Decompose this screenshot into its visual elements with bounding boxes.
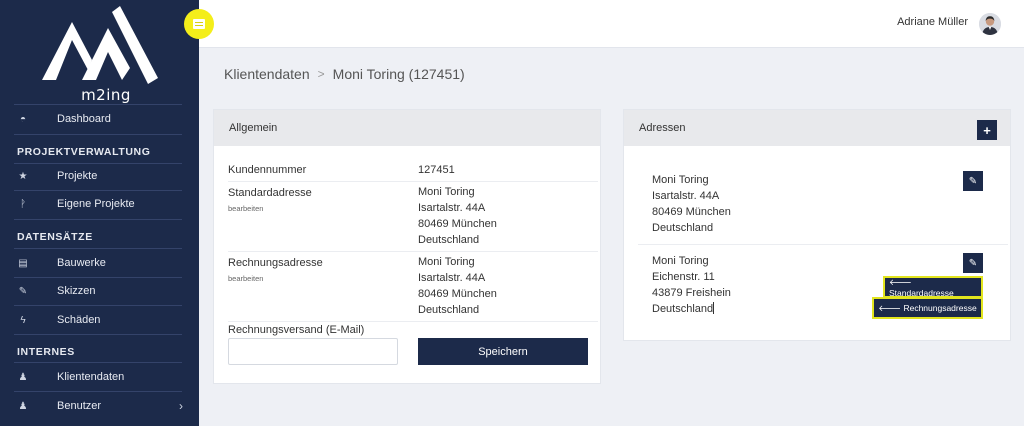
divider	[14, 248, 182, 249]
sidebar-item-skizzen[interactable]: ✎ Skizzen	[0, 279, 199, 303]
address-line: Deutschland	[652, 303, 714, 315]
sidebar-item-bauwerke[interactable]: ▤ Bauwerke	[0, 251, 199, 275]
rechnungsadresse-edit-link[interactable]: bearbeiten	[228, 274, 263, 283]
divider	[14, 104, 182, 105]
text-cursor	[713, 302, 715, 314]
address-line: Deutschland	[652, 222, 714, 234]
divider	[14, 305, 182, 306]
chevron-right-icon: ›	[179, 399, 183, 413]
avatar-image	[979, 13, 1001, 35]
pencil-icon: ✎	[968, 257, 978, 269]
sidebar-item-label: Projekte	[57, 170, 98, 182]
rechnungsadresse-row: Rechnungsadresse bearbeiten Moni Toring …	[228, 252, 598, 322]
set-standardadresse-button[interactable]: 🡐 Standardadresse	[883, 276, 983, 298]
address-line: 80469 München	[418, 218, 497, 230]
sidebar-item-dashboard[interactable]: ◓ Dashboard	[0, 107, 199, 131]
sidebar-item-projekte[interactable]: ★ Projekte	[0, 164, 199, 188]
topbar: Adriane Müller	[184, 0, 1024, 48]
card-title: Allgemein	[214, 110, 600, 146]
sidebar-item-schaeden[interactable]: ϟ Schäden	[0, 308, 199, 332]
plus-icon: +	[983, 122, 991, 138]
sidebar-item-label: Bauwerke	[57, 257, 106, 269]
breadcrumb-current: Moni Toring (127451)	[332, 66, 465, 82]
person-icon: ♟	[18, 371, 28, 383]
kundennummer-row: Kundennummer 127451	[228, 160, 598, 182]
sidebar-item-label: Klientendaten	[57, 371, 125, 383]
nav-heading-projektverwaltung: PROJEKTVERWALTUNG	[17, 146, 151, 158]
adressen-title: Adressen	[639, 122, 686, 134]
address-line: Moni Toring	[652, 174, 709, 186]
pencil-icon: ✎	[968, 175, 978, 187]
sidebar-item-benutzer[interactable]: ♟ Benutzer ›	[0, 394, 199, 418]
add-address-button[interactable]: +	[977, 120, 997, 140]
adressen-card: Adressen + Moni Toring Isartalstr. 44A 8…	[623, 109, 1011, 341]
address-entry-1: Moni Toring Isartalstr. 44A 80469 Münche…	[652, 172, 731, 236]
sidebar-item-label: Schäden	[57, 314, 101, 326]
gauge-icon: ◓	[19, 113, 27, 125]
m2ing-logo-mark	[42, 6, 158, 84]
bolt-icon: ϟ	[20, 314, 26, 326]
sidebar-item-label: Benutzer	[57, 400, 102, 412]
rechnungsadresse-label: Rechnungsadresse	[228, 257, 323, 269]
sidebar-item-label: Eigene Projekte	[57, 198, 135, 210]
standardadresse-label: Standardadresse	[228, 187, 312, 199]
sidebar-item-label: Skizzen	[57, 285, 96, 297]
divider	[14, 391, 182, 392]
project-icon: ᚹ	[20, 198, 26, 210]
nav-heading-internes: INTERNES	[17, 346, 75, 358]
user-name[interactable]: Adriane Müller	[897, 16, 968, 28]
divider	[14, 277, 182, 278]
sidebar-item-label: Dashboard	[57, 113, 111, 125]
divider	[14, 134, 182, 135]
breadcrumb-parent[interactable]: Klientendaten	[224, 66, 310, 82]
address-line: Isartalstr. 44A	[418, 272, 486, 284]
sidebar-item-eigene-projekte[interactable]: ᚹ Eigene Projekte	[0, 192, 199, 216]
star-icon: ★	[18, 170, 28, 182]
kundennummer-label: Kundennummer	[228, 164, 307, 176]
nav-heading-datensaetze: DATENSÄTZE	[17, 231, 93, 243]
rechnungsversand-email-input[interactable]	[228, 338, 398, 365]
allgemein-card: Allgemein Kundennummer 127451 Standardad…	[213, 109, 601, 384]
divider	[14, 190, 182, 191]
brand-logo[interactable]: m2ing	[38, 4, 160, 104]
address-line: Moni Toring	[418, 256, 475, 268]
address-line: Moni Toring	[652, 255, 709, 267]
address-line: Deutschland	[418, 304, 480, 316]
address-line: Isartalstr. 44A	[418, 202, 486, 214]
address-line: Deutschland	[418, 234, 480, 246]
edit-address-2-button[interactable]: ✎	[963, 253, 983, 273]
rechnungsversand-label: Rechnungsversand (E-Mail)	[228, 324, 365, 336]
divider	[14, 334, 182, 335]
brand-name: m2ing	[81, 86, 131, 104]
divider	[638, 244, 1008, 245]
divider	[14, 219, 182, 220]
menu-toggle-button[interactable]	[184, 9, 214, 39]
standardadresse-edit-link[interactable]: bearbeiten	[228, 204, 263, 213]
address-entry-2: Moni Toring Eichenstr. 11 43879 Freishei…	[652, 253, 731, 317]
person-icon: ♟	[18, 400, 28, 412]
avatar[interactable]	[979, 13, 1001, 35]
address-line: Isartalstr. 44A	[652, 190, 720, 202]
divider	[14, 362, 182, 363]
address-line: 43879 Freishein	[652, 287, 731, 299]
edit-icon: ✎	[18, 285, 28, 297]
address-line: 80469 München	[652, 206, 731, 218]
set-rechnungsadresse-button[interactable]: 🡐 Rechnungsadresse	[872, 297, 983, 319]
building-icon: ▤	[18, 257, 28, 269]
address-line: 80469 München	[418, 288, 497, 300]
address-line: Eichenstr. 11	[652, 271, 715, 283]
kundennummer-value: 127451	[418, 164, 455, 176]
rechnungsadresse-value: Moni Toring Isartalstr. 44A 80469 Münche…	[418, 254, 497, 318]
address-line: Moni Toring	[418, 186, 475, 198]
standardadresse-value: Moni Toring Isartalstr. 44A 80469 Münche…	[418, 184, 497, 248]
card-title: Adressen	[624, 110, 1010, 146]
save-button[interactable]: Speichern	[418, 338, 588, 365]
standardadresse-row: Standardadresse bearbeiten Moni Toring I…	[228, 182, 598, 252]
breadcrumb: Klientendaten > Moni Toring (127451)	[224, 66, 465, 82]
sidebar: m2ing ◓ Dashboard PROJEKTVERWALTUNG ★ Pr…	[0, 0, 199, 426]
menu-icon	[193, 19, 205, 29]
breadcrumb-separator: >	[317, 67, 325, 81]
sidebar-item-klientendaten[interactable]: ♟ Klientendaten	[0, 365, 199, 389]
edit-address-1-button[interactable]: ✎	[963, 171, 983, 191]
